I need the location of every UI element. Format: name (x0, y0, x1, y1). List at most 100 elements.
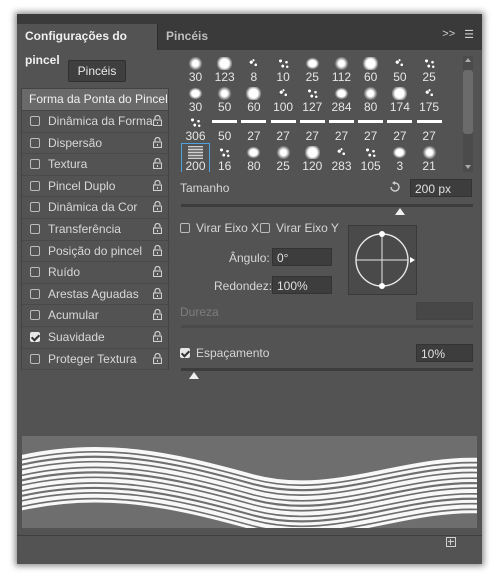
brush-tip-preset[interactable]: 283 (327, 143, 356, 172)
brush-tip-preset[interactable]: 16 (210, 143, 239, 172)
brush-tip-preset[interactable]: 30 (181, 84, 210, 114)
brush-tip-preset[interactable]: 60 (356, 54, 385, 84)
angle-dial-icon[interactable] (349, 226, 416, 294)
sidebar-item-checkbox[interactable] (30, 267, 40, 278)
angle-input[interactable]: 0° (272, 248, 332, 266)
panel-menu-icon[interactable]: ☰ (464, 28, 474, 41)
collapse-icon[interactable]: >> (442, 28, 455, 41)
sidebar-item[interactable]: Posição do pincel (21, 240, 169, 263)
brushes-button[interactable]: Pincéis (68, 60, 126, 82)
brush-tip-preset[interactable]: 120 (298, 143, 327, 172)
brush-tip-preset[interactable]: 30 (181, 54, 210, 84)
brush-tip-preset[interactable]: 27 (327, 113, 356, 143)
sidebar-item-checkbox[interactable] (30, 353, 40, 364)
brush-tip-preset[interactable]: 50 (210, 113, 239, 143)
spacing-checkbox[interactable] (180, 348, 190, 358)
flip-y-checkbox[interactable] (260, 223, 270, 233)
sidebar-item-checkbox[interactable] (30, 331, 40, 342)
grid-scrollbar-thumb[interactable] (463, 70, 473, 134)
sidebar-item-checkbox[interactable] (30, 310, 40, 321)
brush-tip-preset[interactable]: 200 (181, 142, 210, 172)
brush-tip-preset[interactable]: 25 (269, 143, 298, 172)
lock-icon[interactable] (153, 352, 162, 364)
brush-tip-preset[interactable]: 27 (385, 113, 414, 143)
sidebar-item[interactable]: Dinâmica da Cor (21, 197, 169, 219)
flip-x-checkbox[interactable] (180, 223, 190, 233)
brush-tip-preset[interactable]: 10 (269, 54, 298, 84)
brush-tip-preset[interactable]: 27 (356, 113, 385, 143)
brush-tip-preset[interactable]: 27 (269, 113, 298, 143)
brush-tip-preset[interactable]: 21 (415, 143, 444, 172)
brush-tip-preset[interactable]: 50 (210, 84, 239, 114)
lock-icon[interactable] (153, 309, 162, 321)
sidebar-item-checkbox[interactable] (30, 288, 40, 299)
brush-tip-preset[interactable]: 8 (239, 54, 268, 84)
brush-tip-preset[interactable]: 80 (356, 84, 385, 114)
sidebar-item[interactable]: Arestas Aguadas (21, 283, 169, 306)
lock-icon[interactable] (153, 244, 162, 256)
sidebar-item-checkbox[interactable] (30, 159, 40, 170)
brush-tip-preset[interactable]: 50 (385, 54, 414, 84)
brush-tip-thumbnail (212, 120, 238, 123)
brush-tip-preset[interactable]: 27 (298, 113, 327, 143)
scroll-up-icon[interactable] (465, 58, 471, 62)
brush-tip-preset[interactable]: 123 (210, 54, 239, 84)
spacing-input[interactable]: 10% (416, 344, 473, 362)
tab-bar: Configurações do pincel Pincéis >> ☰ (17, 14, 482, 67)
lock-icon[interactable] (153, 179, 162, 191)
brush-tip-preset[interactable]: 284 (327, 84, 356, 114)
sidebar-item[interactable]: Ruído (21, 262, 169, 284)
brush-tip-preset[interactable]: 27 (415, 113, 444, 143)
sidebar-item[interactable]: Dispersão (21, 132, 169, 155)
sidebar-item[interactable]: Pincel Duplo (21, 175, 169, 198)
new-brush-icon[interactable] (446, 537, 456, 547)
sidebar-item-checkbox[interactable] (30, 202, 40, 213)
size-slider[interactable] (181, 204, 473, 207)
lock-icon[interactable] (153, 287, 162, 299)
sidebar-item-checkbox[interactable] (30, 245, 40, 256)
brush-tip-preset[interactable]: 100 (269, 84, 298, 114)
brush-tip-preset[interactable]: 175 (415, 84, 444, 114)
lock-icon[interactable] (153, 158, 162, 170)
brush-tip-preset[interactable]: 306 (181, 113, 210, 143)
sidebar-item-checkbox[interactable] (30, 116, 40, 126)
lock-icon[interactable] (153, 136, 162, 148)
roundness-input[interactable]: 100% (272, 276, 332, 294)
sidebar-item-brush-tip-shape[interactable]: Forma da Ponta do Pincel (21, 88, 169, 111)
size-slider-knob[interactable] (395, 208, 405, 215)
brush-tip-preset[interactable]: 25 (298, 54, 327, 84)
tab-brush-settings[interactable]: Configurações do pincel (17, 24, 157, 67)
brush-tip-preset[interactable]: 3 (385, 143, 414, 172)
reset-size-icon[interactable] (389, 181, 401, 193)
sidebar-item[interactable]: Acumular (21, 305, 169, 327)
sidebar-item-checkbox[interactable] (30, 223, 40, 234)
brush-tip-preset[interactable]: 27 (239, 113, 268, 143)
sidebar-item[interactable]: Suavidade (21, 326, 169, 349)
brush-tip-preset[interactable]: 174 (385, 84, 414, 114)
size-input[interactable]: 200 px (410, 179, 472, 197)
sidebar-item-checkbox[interactable] (30, 137, 40, 148)
lock-icon[interactable] (153, 115, 162, 126)
sidebar-item[interactable]: Textura (21, 154, 169, 176)
angle-roundness-widget[interactable] (348, 225, 417, 295)
brush-tip-preset[interactable]: 60 (239, 84, 268, 114)
sidebar-item-checkbox[interactable] (30, 180, 40, 191)
brush-tip-preset[interactable]: 105 (356, 143, 385, 172)
spacing-slider-knob[interactable] (189, 372, 199, 379)
sidebar-item[interactable]: Proteger Textura (21, 348, 169, 371)
tab-brushes[interactable]: Pincéis (157, 24, 215, 50)
brush-tip-preset[interactable]: 80 (239, 143, 268, 172)
sidebar-item[interactable]: Transferência (21, 218, 169, 241)
sidebar-item-label: Acumular (48, 308, 99, 323)
sidebar-item[interactable]: Dinâmica da Forma (21, 111, 169, 133)
spacing-slider[interactable] (181, 368, 473, 371)
lock-icon[interactable] (153, 330, 162, 342)
brush-tip-preset[interactable]: 127 (298, 84, 327, 114)
brush-tip-preset[interactable]: 112 (327, 54, 356, 84)
lock-icon[interactable] (153, 201, 162, 213)
lock-icon[interactable] (153, 222, 162, 234)
brush-tip-thumbnail (270, 120, 296, 123)
lock-icon[interactable] (153, 266, 162, 278)
brush-tip-preset[interactable]: 25 (415, 54, 444, 84)
scroll-down-icon[interactable] (465, 165, 471, 169)
